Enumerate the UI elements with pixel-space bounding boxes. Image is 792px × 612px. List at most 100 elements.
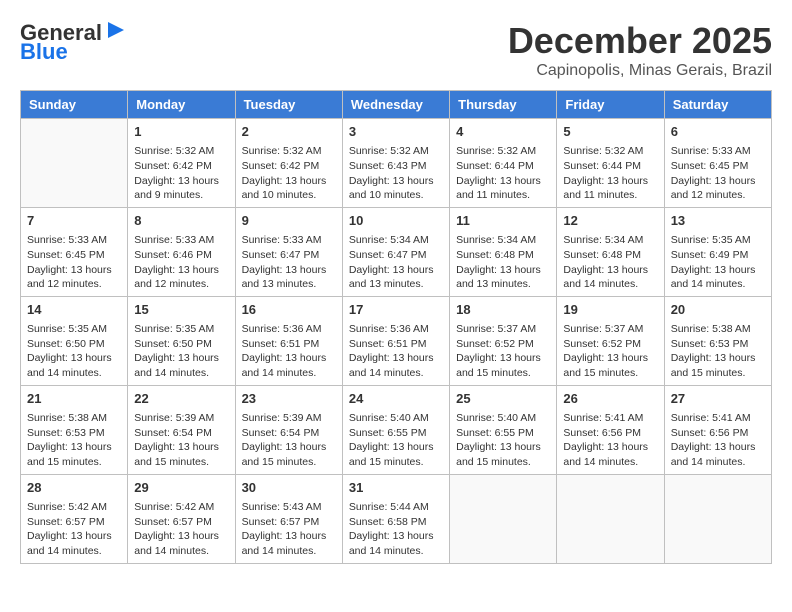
week-row-2: 7 Sunrise: 5:33 AM Sunset: 6:45 PM Dayli… [21,207,772,296]
sunrise-text: Sunrise: 5:36 AM [349,322,443,337]
daylight-text: Daylight: 13 hours and 13 minutes. [456,263,550,292]
day-info: Sunrise: 5:35 AM Sunset: 6:49 PM Dayligh… [671,233,765,292]
day-number: 8 [134,212,228,230]
daylight-text: Daylight: 13 hours and 14 minutes. [134,351,228,380]
day-info: Sunrise: 5:43 AM Sunset: 6:57 PM Dayligh… [242,500,336,559]
daylight-text: Daylight: 13 hours and 10 minutes. [242,174,336,203]
day-number: 7 [27,212,121,230]
sunset-text: Sunset: 6:57 PM [27,515,121,530]
location-title: Capinopolis, Minas Gerais, Brazil [508,62,772,80]
sunrise-text: Sunrise: 5:38 AM [671,322,765,337]
week-row-5: 28 Sunrise: 5:42 AM Sunset: 6:57 PM Dayl… [21,474,772,563]
calendar-cell: 29 Sunrise: 5:42 AM Sunset: 6:57 PM Dayl… [128,474,235,563]
calendar-cell: 19 Sunrise: 5:37 AM Sunset: 6:52 PM Dayl… [557,296,664,385]
daylight-text: Daylight: 13 hours and 14 minutes. [349,351,443,380]
daylight-text: Daylight: 13 hours and 15 minutes. [27,440,121,469]
sunrise-text: Sunrise: 5:34 AM [456,233,550,248]
sunset-text: Sunset: 6:53 PM [27,426,121,441]
calendar-cell: 6 Sunrise: 5:33 AM Sunset: 6:45 PM Dayli… [664,119,771,208]
day-info: Sunrise: 5:34 AM Sunset: 6:48 PM Dayligh… [563,233,657,292]
day-number: 3 [349,123,443,141]
sunrise-text: Sunrise: 5:38 AM [27,411,121,426]
sunset-text: Sunset: 6:52 PM [456,337,550,352]
sunset-text: Sunset: 6:54 PM [134,426,228,441]
weekday-header-tuesday: Tuesday [235,91,342,119]
calendar-cell: 30 Sunrise: 5:43 AM Sunset: 6:57 PM Dayl… [235,474,342,563]
header: General Blue December 2025 Capinopolis, … [20,20,772,80]
calendar-cell: 18 Sunrise: 5:37 AM Sunset: 6:52 PM Dayl… [450,296,557,385]
sunset-text: Sunset: 6:48 PM [563,248,657,263]
sunset-text: Sunset: 6:42 PM [242,159,336,174]
daylight-text: Daylight: 13 hours and 12 minutes. [671,174,765,203]
day-info: Sunrise: 5:37 AM Sunset: 6:52 PM Dayligh… [456,322,550,381]
sunrise-text: Sunrise: 5:40 AM [456,411,550,426]
calendar-cell: 23 Sunrise: 5:39 AM Sunset: 6:54 PM Dayl… [235,385,342,474]
day-number: 31 [349,479,443,497]
sunrise-text: Sunrise: 5:37 AM [563,322,657,337]
daylight-text: Daylight: 13 hours and 15 minutes. [456,440,550,469]
sunset-text: Sunset: 6:43 PM [349,159,443,174]
sunrise-text: Sunrise: 5:39 AM [242,411,336,426]
calendar-cell: 28 Sunrise: 5:42 AM Sunset: 6:57 PM Dayl… [21,474,128,563]
weekday-header-friday: Friday [557,91,664,119]
week-row-4: 21 Sunrise: 5:38 AM Sunset: 6:53 PM Dayl… [21,385,772,474]
calendar-table: SundayMondayTuesdayWednesdayThursdayFrid… [20,90,772,564]
sunrise-text: Sunrise: 5:39 AM [134,411,228,426]
day-info: Sunrise: 5:34 AM Sunset: 6:48 PM Dayligh… [456,233,550,292]
weekday-header-thursday: Thursday [450,91,557,119]
day-number: 25 [456,390,550,408]
month-title: December 2025 [508,20,772,62]
day-info: Sunrise: 5:42 AM Sunset: 6:57 PM Dayligh… [134,500,228,559]
day-info: Sunrise: 5:36 AM Sunset: 6:51 PM Dayligh… [349,322,443,381]
sunrise-text: Sunrise: 5:35 AM [27,322,121,337]
day-number: 6 [671,123,765,141]
calendar-cell: 1 Sunrise: 5:32 AM Sunset: 6:42 PM Dayli… [128,119,235,208]
daylight-text: Daylight: 13 hours and 15 minutes. [134,440,228,469]
sunset-text: Sunset: 6:55 PM [456,426,550,441]
calendar-cell: 9 Sunrise: 5:33 AM Sunset: 6:47 PM Dayli… [235,207,342,296]
sunrise-text: Sunrise: 5:37 AM [456,322,550,337]
sunrise-text: Sunrise: 5:33 AM [134,233,228,248]
calendar-cell: 14 Sunrise: 5:35 AM Sunset: 6:50 PM Dayl… [21,296,128,385]
day-number: 19 [563,301,657,319]
day-info: Sunrise: 5:33 AM Sunset: 6:45 PM Dayligh… [671,144,765,203]
sunset-text: Sunset: 6:57 PM [134,515,228,530]
daylight-text: Daylight: 13 hours and 14 minutes. [134,529,228,558]
day-number: 16 [242,301,336,319]
daylight-text: Daylight: 13 hours and 15 minutes. [671,351,765,380]
day-number: 24 [349,390,443,408]
calendar-cell: 11 Sunrise: 5:34 AM Sunset: 6:48 PM Dayl… [450,207,557,296]
calendar-cell: 2 Sunrise: 5:32 AM Sunset: 6:42 PM Dayli… [235,119,342,208]
weekday-header-row: SundayMondayTuesdayWednesdayThursdayFrid… [21,91,772,119]
sunrise-text: Sunrise: 5:36 AM [242,322,336,337]
day-info: Sunrise: 5:41 AM Sunset: 6:56 PM Dayligh… [563,411,657,470]
daylight-text: Daylight: 13 hours and 14 minutes. [349,529,443,558]
daylight-text: Daylight: 13 hours and 14 minutes. [242,529,336,558]
daylight-text: Daylight: 13 hours and 15 minutes. [242,440,336,469]
day-info: Sunrise: 5:38 AM Sunset: 6:53 PM Dayligh… [671,322,765,381]
calendar-cell: 27 Sunrise: 5:41 AM Sunset: 6:56 PM Dayl… [664,385,771,474]
day-info: Sunrise: 5:36 AM Sunset: 6:51 PM Dayligh… [242,322,336,381]
sunset-text: Sunset: 6:54 PM [242,426,336,441]
sunset-text: Sunset: 6:44 PM [563,159,657,174]
calendar-cell: 13 Sunrise: 5:35 AM Sunset: 6:49 PM Dayl… [664,207,771,296]
sunset-text: Sunset: 6:48 PM [456,248,550,263]
day-number: 22 [134,390,228,408]
day-info: Sunrise: 5:33 AM Sunset: 6:47 PM Dayligh… [242,233,336,292]
daylight-text: Daylight: 13 hours and 9 minutes. [134,174,228,203]
daylight-text: Daylight: 13 hours and 14 minutes. [27,351,121,380]
sunrise-text: Sunrise: 5:35 AM [134,322,228,337]
sunset-text: Sunset: 6:51 PM [242,337,336,352]
day-info: Sunrise: 5:35 AM Sunset: 6:50 PM Dayligh… [27,322,121,381]
sunset-text: Sunset: 6:50 PM [134,337,228,352]
sunrise-text: Sunrise: 5:42 AM [27,500,121,515]
calendar-cell: 16 Sunrise: 5:36 AM Sunset: 6:51 PM Dayl… [235,296,342,385]
day-number: 12 [563,212,657,230]
weekday-header-saturday: Saturday [664,91,771,119]
daylight-text: Daylight: 13 hours and 10 minutes. [349,174,443,203]
sunrise-text: Sunrise: 5:41 AM [563,411,657,426]
day-info: Sunrise: 5:44 AM Sunset: 6:58 PM Dayligh… [349,500,443,559]
daylight-text: Daylight: 13 hours and 13 minutes. [242,263,336,292]
sunset-text: Sunset: 6:47 PM [349,248,443,263]
calendar-cell: 20 Sunrise: 5:38 AM Sunset: 6:53 PM Dayl… [664,296,771,385]
